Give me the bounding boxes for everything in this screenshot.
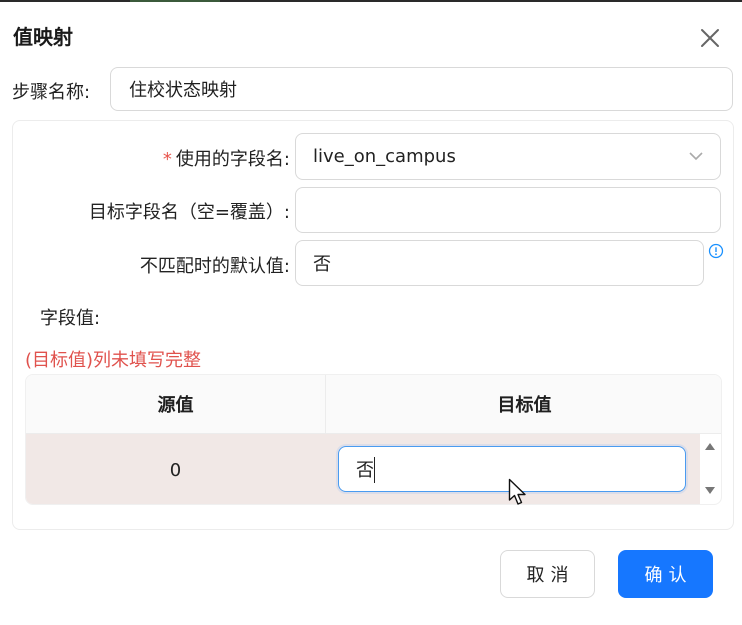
cancel-button[interactable]: 取消 [500, 550, 595, 598]
chevron-down-icon [689, 152, 703, 161]
window-top-edge [0, 0, 742, 2]
field-name-label-text: 使用的字段名: [175, 149, 290, 170]
required-marker: * [162, 149, 172, 170]
step-name-input[interactable] [110, 67, 733, 111]
field-values-label: 字段值: [40, 308, 101, 329]
table-row: 0 [26, 434, 700, 504]
target-field-label: 目标字段名（空=覆盖）: [88, 202, 290, 223]
arrow-down-icon[interactable] [703, 485, 717, 497]
field-name-select-value: live_on_campus [313, 146, 456, 167]
field-name-label: * 使用的字段名: [163, 145, 290, 171]
default-value-label: 不匹配时的默认值: [139, 256, 290, 277]
close-icon [701, 29, 719, 47]
text-caret [374, 457, 375, 483]
default-value-input[interactable] [295, 240, 704, 286]
validation-error: (目标值)列未填写完整 [25, 350, 202, 371]
mouse-cursor-icon [508, 478, 526, 505]
close-button[interactable] [696, 24, 724, 52]
step-name-label: 步骤名称: [12, 82, 91, 103]
column-header-target: 目标值 [326, 375, 721, 434]
column-header-source: 源值 [26, 375, 326, 434]
dialog-title: 值映射 [13, 25, 73, 49]
field-name-select[interactable]: live_on_campus [295, 133, 721, 180]
confirm-button[interactable]: 确认 [618, 550, 713, 598]
value-mapping-table: 源值 目标值 0 [25, 374, 722, 505]
arrow-up-icon[interactable] [703, 440, 717, 452]
target-field-input[interactable] [295, 187, 721, 233]
source-value-cell: 0 [169, 459, 182, 481]
info-icon[interactable] [708, 243, 724, 259]
